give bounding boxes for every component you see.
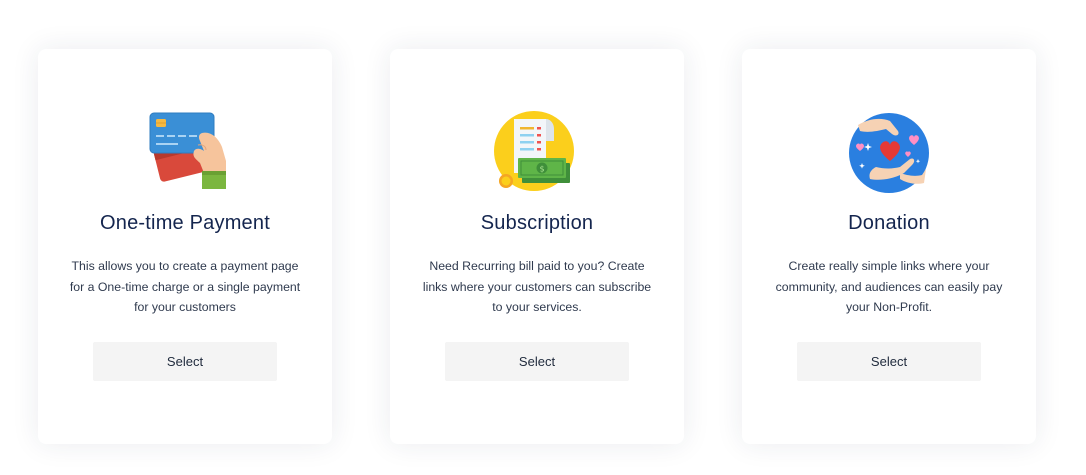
svg-text:$: $ xyxy=(539,165,544,174)
payment-type-selector: One-time Payment This allows you to crea… xyxy=(0,0,1086,475)
card-description: Need Recurring bill paid to you? Create … xyxy=(422,259,652,314)
card-title: Donation xyxy=(848,212,930,234)
select-donation-button[interactable]: Select xyxy=(797,342,981,381)
credit-card-icon xyxy=(140,111,230,195)
select-one-time-payment-button[interactable]: Select xyxy=(93,342,277,381)
select-subscription-button[interactable]: Select xyxy=(445,342,629,381)
subscription-card: $ Subscription Need Recurring bill paid … xyxy=(390,49,684,444)
donation-heart-icon xyxy=(844,111,934,195)
one-time-payment-card: One-time Payment This allows you to crea… xyxy=(38,49,332,444)
receipt-cash-icon: $ xyxy=(492,111,582,195)
card-title: Subscription xyxy=(480,212,594,234)
card-description: This allows you to create a payment page… xyxy=(69,259,301,314)
card-title: One-time Payment xyxy=(100,212,270,234)
card-description: Create really simple links where your co… xyxy=(775,259,1003,314)
donation-card: Donation Create really simple links wher… xyxy=(742,49,1036,444)
